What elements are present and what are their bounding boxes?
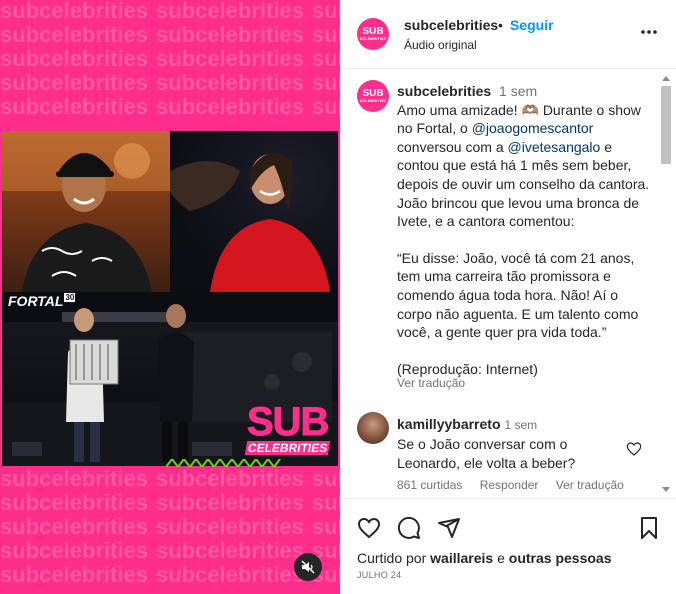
caption-text: conversou com a — [397, 138, 508, 155]
comment: kamillyybarreto 1 sem Se o João conversar… — [397, 415, 607, 473]
comment-like-heart-icon[interactable] — [626, 441, 642, 457]
caption-username[interactable]: subcelebrities — [397, 83, 491, 99]
caption-quote: “Eu disse: João, você tá com 21 anos, te… — [397, 249, 639, 341]
comment-time[interactable]: 1 sem — [505, 418, 538, 432]
see-translation-link[interactable]: Ver tradução — [397, 376, 465, 390]
watermark-row: subcelebritiessubcelebritiessubcelebriti… — [0, 466, 340, 490]
watermark-row: subcelebritiessubcelebritiessubcelebriti… — [0, 22, 340, 46]
comments-area[interactable]: SUB CELEBRITIES subcelebrities 1 sem Amo… — [341, 70, 676, 498]
more-options-icon[interactable] — [639, 22, 659, 42]
heart-icon[interactable] — [357, 516, 381, 540]
caption-author-avatar[interactable]: SUB CELEBRITIES — [357, 80, 389, 112]
separator-dot: • — [498, 17, 503, 33]
comment-text: Se o João conversar com o Leonardo, ele … — [397, 436, 576, 471]
watermark-row: subcelebritiessubcelebritiessubcelebriti… — [0, 538, 340, 562]
watermark-row: subcelebritiessubcelebritiessubcelebriti… — [0, 514, 340, 538]
watermark-row: subcelebritiessubcelebritiessubcelebriti… — [0, 46, 340, 70]
watermark-row: subcelebritiessubcelebritiessubcelebriti… — [0, 70, 340, 94]
audio-label[interactable]: Áudio original — [404, 38, 477, 52]
post-caption: subcelebrities 1 sem Amo uma amizade! 🫶🏽… — [397, 82, 655, 378]
commenter-username[interactable]: kamillyybarreto — [397, 416, 501, 432]
fortal-logo: FORTAL 30 — [8, 293, 76, 309]
watermark-row: subcelebritiessubcelebritiessubcelebriti… — [0, 0, 340, 22]
author-username[interactable]: subcelebrities — [404, 17, 498, 33]
subcelebrities-logo: SUB CELEBRITIES — [244, 400, 331, 455]
comment-icon[interactable] — [397, 516, 421, 540]
scroll-thumb[interactable] — [661, 86, 671, 164]
commenter-avatar[interactable] — [357, 412, 389, 444]
author-avatar[interactable]: SUB CELEBRITIES — [357, 18, 389, 50]
caption-time[interactable]: 1 sem — [499, 83, 537, 99]
liked-by-user[interactable]: waillareis — [430, 550, 493, 566]
comment-meta: 861 curtidas Responder Ver tradução — [397, 478, 638, 492]
watermark-row: subcelebritiessubcelebritiessubcelebriti… — [0, 562, 340, 586]
watermark-row: subcelebritiessubcelebritiessubcelebriti… — [0, 490, 340, 514]
follow-button[interactable]: Seguir — [510, 17, 554, 33]
comment-likes-count[interactable]: 861 curtidas — [397, 478, 462, 492]
save-bookmark-icon[interactable] — [637, 516, 661, 540]
scroll-up-arrow-icon[interactable] — [662, 76, 670, 81]
share-icon[interactable] — [437, 516, 461, 540]
liked-by-others[interactable]: outras pessoas — [509, 550, 612, 566]
scroll-down-arrow-icon[interactable] — [662, 487, 670, 492]
mention-ivetesangalo[interactable]: @ivetesangalo — [508, 139, 601, 155]
post-actions: Curtido por waillareis e outras pessoas … — [341, 498, 676, 594]
post-header: SUB CELEBRITIES subcelebrities • Seguir … — [341, 0, 676, 69]
photo-singer-man — [2, 131, 170, 292]
watermark-row: subcelebritiessubcelebritiessubcelebriti… — [0, 94, 340, 118]
liked-by-text: Curtido por waillareis e outras pessoas — [357, 550, 612, 566]
comment-translate-link[interactable]: Ver tradução — [556, 478, 624, 492]
comment-reply-button[interactable]: Responder — [480, 478, 539, 492]
mute-toggle-button[interactable] — [294, 553, 322, 581]
comments-scrollbar[interactable] — [659, 70, 673, 498]
zigzag-decoration — [166, 459, 281, 467]
mention-joaogomescantor[interactable]: @joaogomescantor — [472, 120, 594, 136]
photo-singer-woman — [170, 131, 338, 292]
post-details-panel: SUB CELEBRITIES subcelebrities • Seguir … — [340, 0, 676, 594]
speaker-muted-icon — [301, 560, 315, 574]
post-media[interactable]: subcelebritiessubcelebritiessubcelebriti… — [0, 0, 340, 594]
post-date[interactable]: JULHO 24 — [357, 570, 401, 580]
